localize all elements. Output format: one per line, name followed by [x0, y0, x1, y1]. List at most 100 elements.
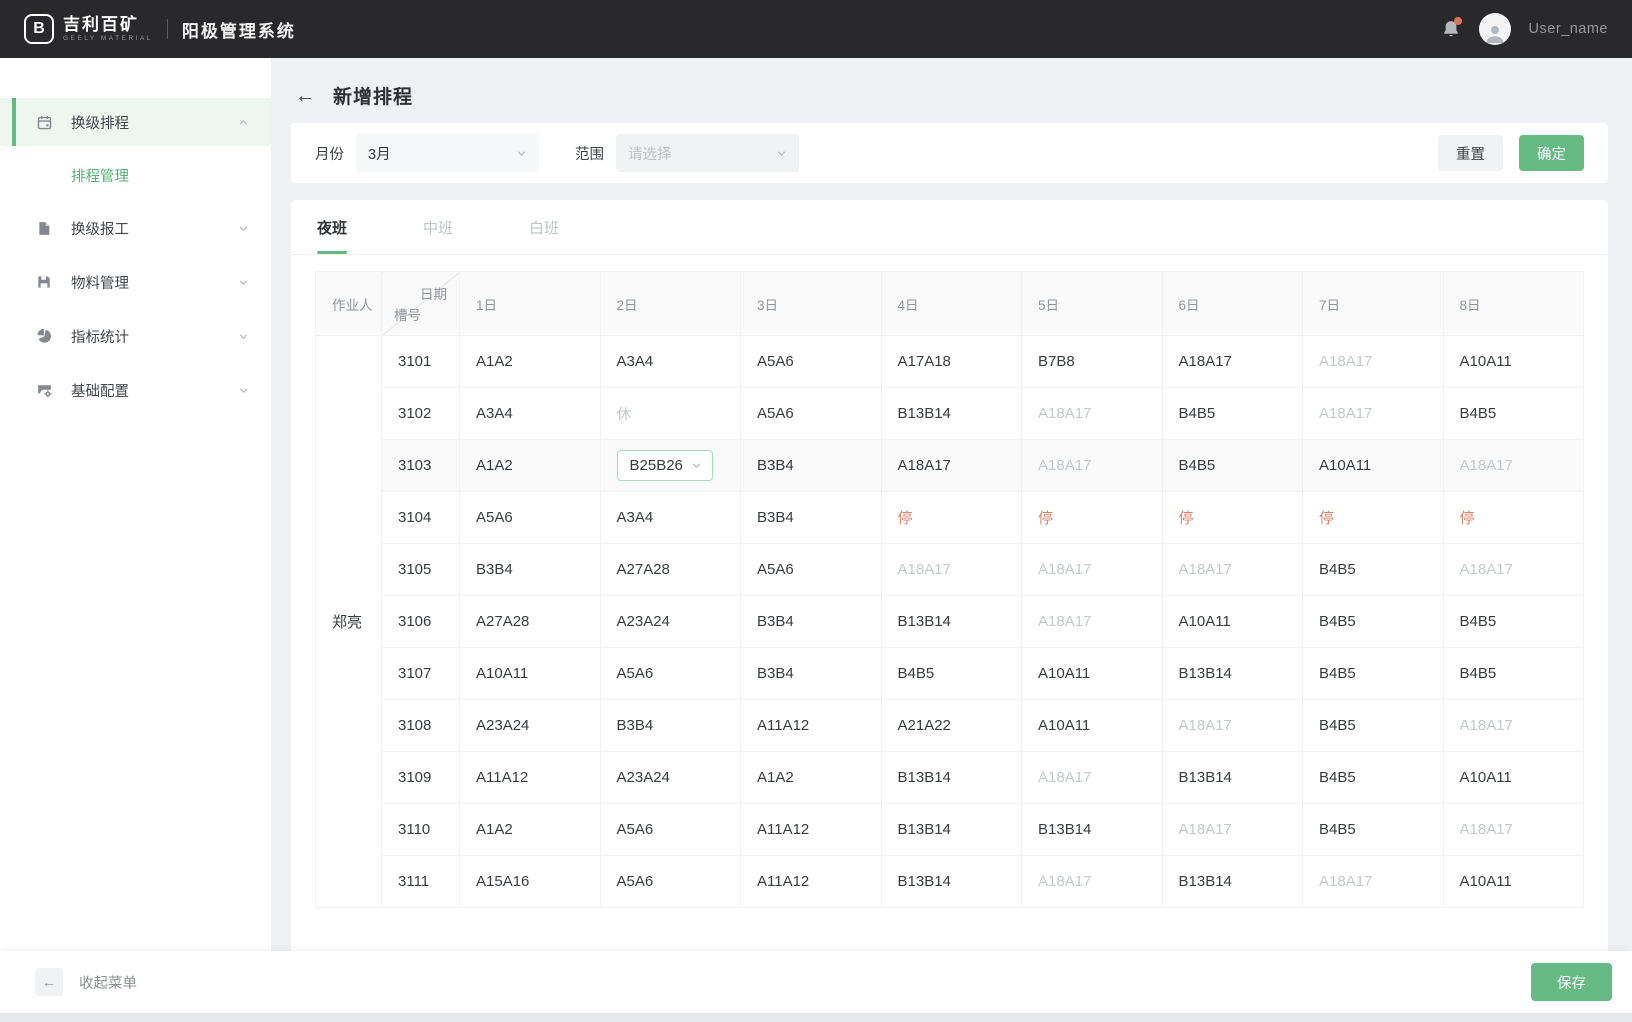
tab-day-shift[interactable]: 白班	[529, 200, 559, 254]
schedule-cell[interactable]: A11A12	[741, 804, 882, 856]
schedule-cell[interactable]: B3B4	[741, 492, 882, 544]
schedule-cell[interactable]: A10A11	[1443, 336, 1584, 388]
collapse-menu-button[interactable]: ←	[35, 968, 63, 996]
schedule-cell[interactable]: 停	[1303, 492, 1444, 544]
schedule-cell[interactable]: A23A24	[460, 700, 601, 752]
schedule-cell[interactable]: A18A17	[1443, 700, 1584, 752]
schedule-cell[interactable]: A5A6	[741, 388, 882, 440]
schedule-cell[interactable]: B13B14	[881, 388, 1022, 440]
sidebar-item-statistics[interactable]: 指标统计	[0, 312, 271, 360]
schedule-cell[interactable]: B13B14	[881, 856, 1022, 908]
month-select[interactable]: 3月	[356, 134, 539, 172]
schedule-cell[interactable]: A11A12	[460, 752, 601, 804]
schedule-cell[interactable]: B4B5	[1443, 388, 1584, 440]
schedule-cell[interactable]: B3B4	[600, 700, 741, 752]
schedule-cell[interactable]: A18A17	[1303, 336, 1444, 388]
notification-bell-icon[interactable]	[1441, 19, 1461, 39]
schedule-cell[interactable]: A1A2	[460, 336, 601, 388]
schedule-cell[interactable]: A1A2	[460, 804, 601, 856]
schedule-cell[interactable]: A10A11	[460, 648, 601, 700]
schedule-cell[interactable]: A18A17	[1443, 804, 1584, 856]
schedule-cell[interactable]: A3A4	[600, 492, 741, 544]
schedule-cell-select[interactable]: B25B26	[617, 450, 713, 481]
schedule-cell[interactable]: A10A11	[1303, 440, 1444, 492]
tab-night-shift[interactable]: 夜班	[317, 200, 347, 254]
schedule-cell[interactable]: B4B5	[1303, 648, 1444, 700]
schedule-cell[interactable]: 休	[600, 388, 741, 440]
schedule-cell[interactable]: A27A28	[460, 596, 601, 648]
schedule-cell[interactable]: B13B14	[1162, 648, 1303, 700]
schedule-cell[interactable]: B4B5	[1303, 752, 1444, 804]
sidebar-subitem-schedule-management[interactable]: 排程管理	[0, 152, 271, 198]
schedule-cell[interactable]: B3B4	[741, 648, 882, 700]
schedule-cell[interactable]: A18A17	[1022, 440, 1163, 492]
schedule-cell[interactable]: A5A6	[600, 856, 741, 908]
schedule-cell[interactable]: A18A17	[1022, 388, 1163, 440]
schedule-cell[interactable]: A1A2	[741, 752, 882, 804]
sidebar-item-base-config[interactable]: 基础配置	[0, 366, 271, 414]
schedule-cell[interactable]: A23A24	[600, 752, 741, 804]
schedule-cell[interactable]: A18A17	[1162, 700, 1303, 752]
schedule-cell[interactable]: B4B5	[1303, 804, 1444, 856]
schedule-cell[interactable]: A3A4	[600, 336, 741, 388]
schedule-cell[interactable]: B3B4	[460, 544, 601, 596]
schedule-cell[interactable]: A5A6	[600, 648, 741, 700]
schedule-cell[interactable]: B4B5	[1443, 596, 1584, 648]
schedule-cell[interactable]: A15A16	[460, 856, 601, 908]
schedule-cell[interactable]: B4B5	[1303, 596, 1444, 648]
schedule-cell[interactable]: 停	[1022, 492, 1163, 544]
schedule-cell[interactable]: B7B8	[1022, 336, 1163, 388]
schedule-cell[interactable]: B13B14	[881, 752, 1022, 804]
schedule-cell[interactable]: B4B5	[1303, 700, 1444, 752]
schedule-cell[interactable]: A18A17	[1303, 388, 1444, 440]
schedule-cell[interactable]: A10A11	[1022, 648, 1163, 700]
schedule-cell[interactable]: A18A17	[881, 544, 1022, 596]
schedule-cell[interactable]: A5A6	[741, 544, 882, 596]
schedule-cell[interactable]: A5A6	[741, 336, 882, 388]
schedule-cell[interactable]: A21A22	[881, 700, 1022, 752]
confirm-button[interactable]: 确定	[1519, 135, 1584, 171]
schedule-cell[interactable]: A5A6	[460, 492, 601, 544]
schedule-cell[interactable]: B4B5	[1162, 440, 1303, 492]
schedule-cell[interactable]: B13B14	[1022, 804, 1163, 856]
schedule-cell[interactable]: A10A11	[1443, 856, 1584, 908]
save-button[interactable]: 保存	[1531, 963, 1612, 1001]
schedule-cell[interactable]: A27A28	[600, 544, 741, 596]
schedule-cell[interactable]: A3A4	[460, 388, 601, 440]
schedule-cell[interactable]: 停	[1162, 492, 1303, 544]
schedule-cell[interactable]: B4B5	[881, 648, 1022, 700]
schedule-cell[interactable]: A17A18	[881, 336, 1022, 388]
schedule-cell[interactable]: B3B4	[741, 596, 882, 648]
schedule-cell[interactable]: A18A17	[1443, 544, 1584, 596]
schedule-cell[interactable]: B4B5	[1162, 388, 1303, 440]
schedule-cell[interactable]: B4B5	[1303, 544, 1444, 596]
schedule-cell[interactable]: A10A11	[1443, 752, 1584, 804]
schedule-cell[interactable]: A23A24	[600, 596, 741, 648]
schedule-cell[interactable]: B13B14	[1162, 752, 1303, 804]
schedule-cell[interactable]: A18A17	[1022, 596, 1163, 648]
schedule-cell[interactable]: A18A17	[1162, 544, 1303, 596]
schedule-cell[interactable]: B13B14	[1162, 856, 1303, 908]
schedule-cell[interactable]: A18A17	[1162, 804, 1303, 856]
schedule-cell[interactable]: B4B5	[1443, 648, 1584, 700]
back-arrow-icon[interactable]: ←	[295, 86, 315, 106]
schedule-cell[interactable]: B13B14	[881, 804, 1022, 856]
schedule-cell[interactable]: A11A12	[741, 700, 882, 752]
schedule-cell[interactable]: A18A17	[881, 440, 1022, 492]
schedule-cell[interactable]: 停	[1443, 492, 1584, 544]
schedule-cell[interactable]: A18A17	[1443, 440, 1584, 492]
schedule-cell[interactable]: A1A2	[460, 440, 601, 492]
schedule-cell[interactable]: 停	[881, 492, 1022, 544]
sidebar-item-work-report[interactable]: 换级报工	[0, 204, 271, 252]
schedule-cell[interactable]: A10A11	[1162, 596, 1303, 648]
reset-button[interactable]: 重置	[1438, 135, 1503, 171]
range-select[interactable]: 请选择	[616, 134, 799, 172]
schedule-cell[interactable]: A10A11	[1022, 700, 1163, 752]
sidebar-item-material[interactable]: 物料管理	[0, 258, 271, 306]
schedule-cell[interactable]: A18A17	[1022, 544, 1163, 596]
schedule-cell[interactable]: A11A12	[741, 856, 882, 908]
schedule-cell[interactable]: B3B4	[741, 440, 882, 492]
schedule-cell[interactable]: A18A17	[1022, 856, 1163, 908]
schedule-cell[interactable]: B13B14	[881, 596, 1022, 648]
schedule-cell[interactable]: A18A17	[1022, 752, 1163, 804]
